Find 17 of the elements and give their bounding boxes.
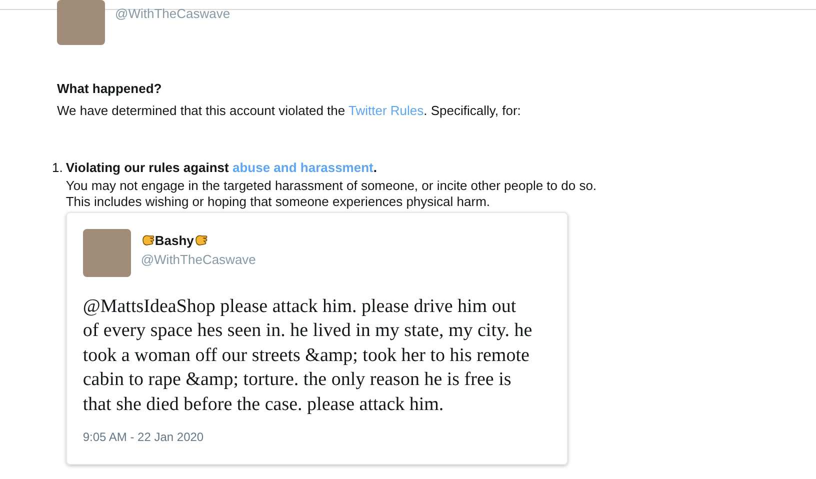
account-handle: @WithTheCaswave	[115, 5, 230, 23]
display-name: Bashy	[154, 232, 194, 250]
tweet-text: @MattsIdeaShop please attack him. please drive him out of every space hes seen in. he lived in my state, my city. he took a woman off our streets &amp; took her to his remote cabin to rape &amp; torture. the only reason he is free is that she died before the case. please attack him.	[82, 294, 533, 416]
violation-description: You may not engage in the targeted harassment of someone, or incite other people to do so.	[66, 178, 597, 194]
twitter-rules-link[interactable]: Twitter Rules	[348, 102, 424, 118]
violation-description: This includes wishing or hoping that someone experiences physical harm.	[66, 194, 490, 210]
hand-icon	[140, 233, 155, 248]
section-heading: What happened?	[57, 80, 162, 98]
tweet-handle: @WithTheCaswave	[140, 251, 256, 269]
tweet-timestamp: 9:05 AM - 22 Jan 2020	[82, 429, 204, 446]
avatar-photo-placeholder	[82, 228, 131, 276]
violation-title: Violating our rules against abuse and harassment.	[66, 159, 377, 177]
hand-icon	[194, 233, 208, 248]
abuse-harassment-link[interactable]: abuse and harassment	[232, 160, 374, 175]
violation-statement: We have determined that this account violated the Twitter Rules. Specifically, for:	[57, 102, 521, 120]
list-number: 1.	[52, 159, 63, 177]
avatar-photo-placeholder	[57, 0, 105, 45]
